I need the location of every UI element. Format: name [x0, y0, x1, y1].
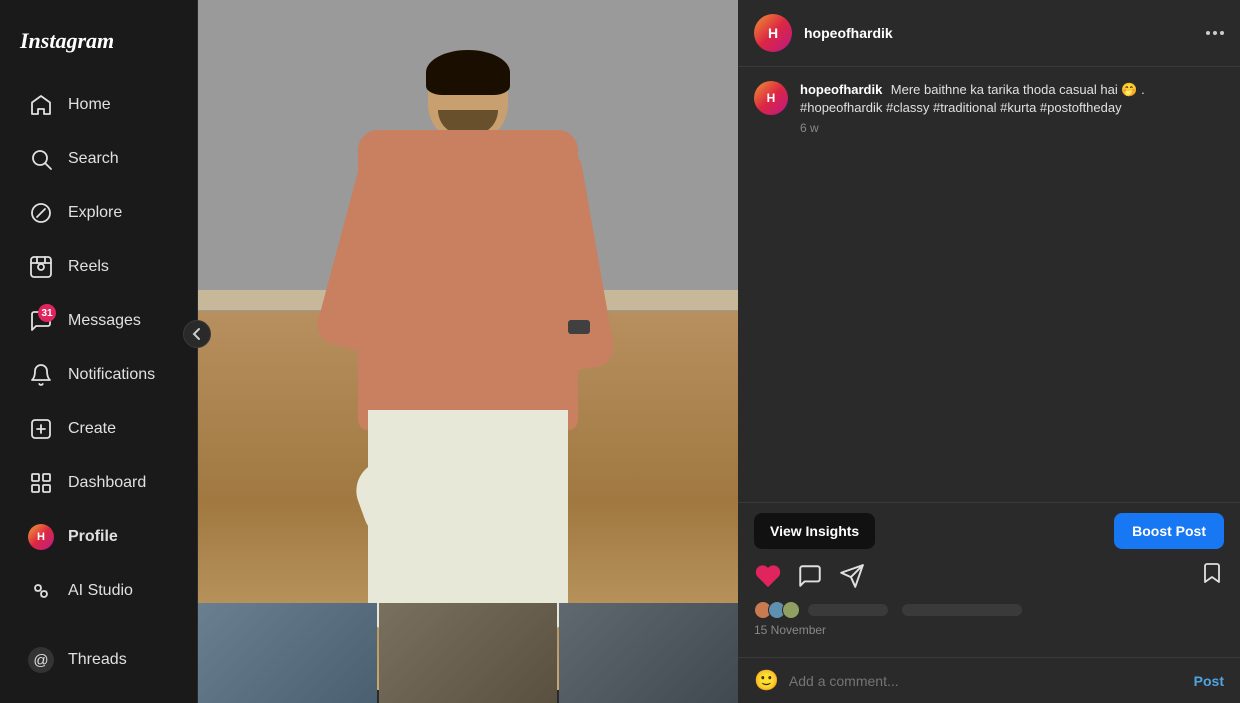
boost-post-button[interactable]: Boost Post — [1114, 513, 1224, 549]
threads-icon: @ — [28, 647, 54, 673]
insights-boost-row: View Insights Boost Post — [754, 513, 1224, 549]
like-avatars — [754, 601, 800, 619]
thumbnail-2[interactable] — [379, 603, 558, 703]
sidebar-item-home[interactable]: Home — [8, 80, 189, 130]
like-button[interactable] — [754, 562, 782, 590]
sidebar-label-profile: Profile — [68, 528, 118, 546]
add-comment-row: 🙂 Post — [738, 657, 1240, 703]
sidebar-item-dashboard[interactable]: Dashboard — [8, 458, 189, 508]
post-comments-section: H hopeofhardik Mere baithne ka tarika th… — [738, 67, 1240, 502]
emoji-picker-button[interactable]: 🙂 — [754, 668, 779, 693]
sidebar-item-create[interactable]: Create — [8, 404, 189, 454]
sidebar-label-reels: Reels — [68, 258, 109, 276]
post-comment-button[interactable]: Post — [1194, 673, 1224, 689]
sidebar-label-messages: Messages — [68, 312, 141, 330]
person-figure — [328, 50, 608, 630]
post-actions-area: View Insights Boost Post — [738, 502, 1240, 657]
post-options-button[interactable] — [1206, 31, 1224, 35]
thumbnail-1[interactable] — [198, 603, 377, 703]
comment-button[interactable] — [796, 562, 824, 590]
thumbnail-3[interactable] — [559, 603, 738, 703]
action-icons-row — [754, 561, 1224, 591]
sidebar-item-profile[interactable]: H Profile — [8, 512, 189, 562]
sidebar-label-search: Search — [68, 150, 119, 168]
caption-time: 6 w — [800, 121, 1224, 135]
sidebar-item-threads[interactable]: @ Threads — [8, 635, 189, 685]
dot-2 — [1213, 31, 1217, 35]
sidebar-label-create: Create — [68, 420, 116, 438]
notifications-icon — [28, 362, 54, 388]
like-avatar-3 — [782, 601, 800, 619]
sidebar-label-dashboard: Dashboard — [68, 474, 146, 492]
sidebar-item-explore[interactable]: Explore — [8, 188, 189, 238]
post-main-image — [198, 0, 738, 690]
post-header-avatar[interactable]: H — [754, 14, 792, 52]
sidebar-item-reels[interactable]: Reels — [8, 242, 189, 292]
post-date: 15 November — [754, 623, 1224, 637]
save-button[interactable] — [1200, 561, 1224, 591]
sidebar-item-search[interactable]: Search — [8, 134, 189, 184]
explore-icon — [28, 200, 54, 226]
dot-3 — [1220, 31, 1224, 35]
messages-badge: 31 — [38, 304, 56, 322]
ai-studio-icon — [28, 578, 54, 604]
post-image-area — [198, 0, 738, 703]
home-icon — [28, 92, 54, 118]
sidebar-item-ai-studio[interactable]: AI Studio — [8, 566, 189, 616]
app-logo: Instagram — [0, 16, 197, 78]
sidebar-label-explore: Explore — [68, 204, 122, 222]
caption-item: H hopeofhardik Mere baithne ka tarika th… — [754, 81, 1224, 135]
reels-icon — [28, 254, 54, 280]
likes-names-placeholder — [902, 604, 1022, 616]
right-panel: H hopeofhardik H hopeofhardik Mere baith… — [738, 0, 1240, 703]
thumbnail-strip — [198, 603, 738, 703]
caption-avatar[interactable]: H — [754, 81, 788, 115]
post-header-username[interactable]: hopeofhardik — [804, 25, 893, 41]
sidebar: Instagram Home Search Explore Reels Mess… — [0, 0, 198, 703]
profile-avatar-icon: H — [28, 524, 54, 550]
likes-row — [754, 601, 1224, 619]
sidebar-label-ai-studio: AI Studio — [68, 582, 133, 600]
main-content: H hopeofhardik H hopeofhardik Mere baith… — [198, 0, 1240, 703]
sidebar-label-threads: Threads — [68, 651, 127, 669]
dashboard-icon — [28, 470, 54, 496]
comment-input[interactable] — [789, 673, 1184, 689]
dot-1 — [1206, 31, 1210, 35]
create-icon — [28, 416, 54, 442]
sidebar-label-home: Home — [68, 96, 111, 114]
likes-count-placeholder — [808, 604, 888, 616]
sidebar-item-notifications[interactable]: Notifications — [8, 350, 189, 400]
post-header: H hopeofhardik — [738, 0, 1240, 67]
sidebar-label-notifications: Notifications — [68, 366, 155, 384]
view-insights-button[interactable]: View Insights — [754, 513, 875, 549]
caption-body: hopeofhardik Mere baithne ka tarika thod… — [800, 81, 1224, 135]
caption-username[interactable]: hopeofhardik — [800, 82, 882, 97]
sidebar-item-messages[interactable]: Messages 31 — [8, 296, 189, 346]
search-icon — [28, 146, 54, 172]
sidebar-collapse-button[interactable] — [183, 320, 211, 348]
share-button[interactable] — [838, 562, 866, 590]
